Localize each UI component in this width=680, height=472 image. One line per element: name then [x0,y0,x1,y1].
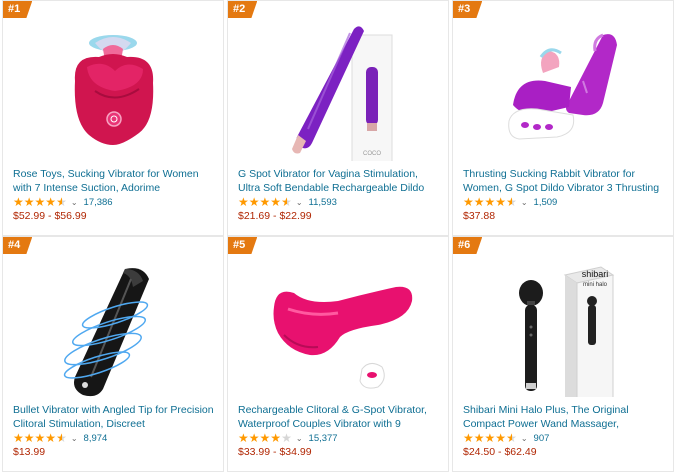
price: $52.99 - $56.99 [13,210,87,222]
product-title-link[interactable]: Rechargeable Clitoral & G-Spot Vibrator,… [238,403,440,431]
rank-badge: #1 [3,1,33,18]
rank-badge: #4 [3,237,33,254]
star-rating: ★ ★ ★ ★ ★ [13,195,67,209]
product-card-5[interactable]: #5 Rechargeable Clitoral & G-Spot Vibrat… [227,236,449,472]
price: $13.99 [13,446,46,458]
box-brand: shibari [582,269,609,279]
rating-count[interactable]: 907 [534,433,550,444]
box-label: COCO [363,151,381,157]
star-rating: ★ ★ ★ ★ ★ [463,431,517,445]
chevron-down-icon[interactable]: ⌄ [71,434,78,443]
product-image-bullet-vibrator[interactable] [3,257,224,397]
product-card-4[interactable]: #4 Bullet Vibrator with Angled Tip for P… [2,236,224,472]
rating-row[interactable]: ★ ★ ★ ★ ★ ⌄ 15,377 [238,431,338,445]
product-image-rabbit-vibrator[interactable] [453,21,674,161]
price: $33.99 - $34.99 [238,446,312,458]
product-card-1[interactable]: #1 Rose Toys, Sucking Vibrator for Women… [2,0,224,236]
price: $37.88 [463,210,496,222]
product-title-link[interactable]: G Spot Vibrator for Vagina Stimulation, … [238,167,440,195]
star-rating: ★ ★ ★ ★ ★ [463,195,517,209]
product-image-couples-vibrator[interactable] [228,257,449,397]
star-rating: ★ ★ ★ ★ ★ [13,431,67,445]
price: $21.69 - $22.99 [238,210,312,222]
product-card-3[interactable]: #3 Thrusting Sucking Rabbit Vibrator for… [452,0,674,236]
rank-badge: #5 [228,237,258,254]
product-title-link[interactable]: Rose Toys, Sucking Vibrator for Women wi… [13,167,215,195]
rating-row[interactable]: ★ ★ ★ ★ ★ ⌄ 907 [463,431,549,445]
chevron-down-icon[interactable]: ⌄ [296,434,303,443]
rank-badge: #6 [453,237,483,254]
product-image-g-spot-vibrator[interactable]: COCO [228,21,449,161]
rating-row[interactable]: ★ ★ ★ ★ ★ ⌄ 8,974 [13,431,107,445]
rating-row[interactable]: ★ ★ ★ ★ ★ ⌄ 1,509 [463,195,557,209]
star-rating: ★ ★ ★ ★ ★ [238,195,292,209]
bestseller-grid: #1 Rose Toys, Sucking Vibrator for Women… [0,0,680,472]
star-rating: ★ ★ ★ ★ ★ [238,431,292,445]
price: $24.50 - $62.49 [463,446,537,458]
box-subtitle: mini halo [583,282,608,288]
rank-badge: #2 [228,1,258,18]
rating-row[interactable]: ★ ★ ★ ★ ★ ⌄ 11,593 [238,195,337,209]
rank-badge: #3 [453,1,483,18]
product-card-6[interactable]: #6 shibari mini halo Shibari Mini Halo P… [452,236,674,472]
chevron-down-icon[interactable]: ⌄ [71,198,78,207]
chevron-down-icon[interactable]: ⌄ [521,434,528,443]
product-image-rose-toy[interactable] [3,21,224,161]
rating-count[interactable]: 15,377 [309,433,338,444]
product-image-shibari-wand[interactable]: shibari mini halo [453,257,674,397]
product-title-link[interactable]: Bullet Vibrator with Angled Tip for Prec… [13,403,215,431]
rating-row[interactable]: ★ ★ ★ ★ ★ ⌄ 17,386 [13,195,113,209]
product-title-link[interactable]: Shibari Mini Halo Plus, The Original Com… [463,403,665,431]
chevron-down-icon[interactable]: ⌄ [521,198,528,207]
rating-count[interactable]: 8,974 [84,433,108,444]
product-title-link[interactable]: Thrusting Sucking Rabbit Vibrator for Wo… [463,167,665,195]
rating-count[interactable]: 11,593 [309,197,337,208]
rating-count[interactable]: 1,509 [534,197,558,208]
product-card-2[interactable]: #2 COCO G Spot Vibrator for Vagina Stimu… [227,0,449,236]
rating-count[interactable]: 17,386 [84,197,113,208]
chevron-down-icon[interactable]: ⌄ [296,198,303,207]
